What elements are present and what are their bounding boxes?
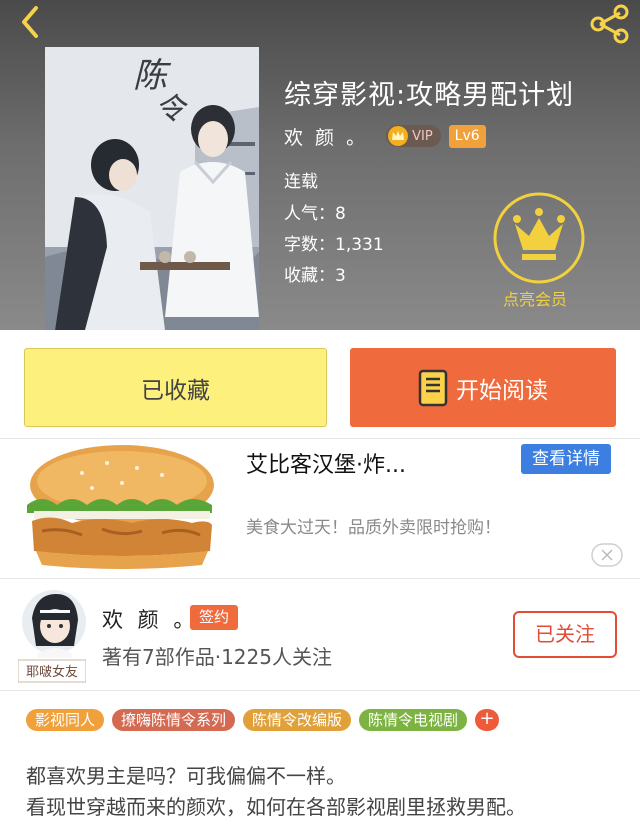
divider bbox=[0, 438, 640, 439]
author-card-name[interactable]: 欢 颜 。 bbox=[102, 604, 198, 634]
author-name[interactable]: 欢 颜 。 bbox=[284, 123, 368, 150]
vip-crown-icon bbox=[388, 126, 409, 146]
ad-description: 美食大过天！品质外卖限时抢购！ bbox=[246, 518, 501, 538]
divider bbox=[0, 578, 640, 579]
book-cover[interactable]: 陈 令 bbox=[45, 47, 259, 330]
author-stats: 著有7部作品·1225人关注 bbox=[102, 645, 332, 669]
collect-label: 已收藏 bbox=[141, 377, 210, 404]
intro-line-1: 都喜欢男主是吗？可我偏偏不一样。 bbox=[26, 764, 346, 788]
svg-text:陈: 陈 bbox=[133, 56, 172, 96]
ad-burger-image[interactable] bbox=[12, 443, 230, 573]
share-icon[interactable] bbox=[586, 4, 632, 44]
book-icon bbox=[418, 369, 448, 406]
collect-button[interactable]: 已收藏 bbox=[24, 348, 327, 427]
book-favorites: 收藏：3 bbox=[284, 266, 346, 286]
author-row: 欢 颜 。 VIP Lv6 bbox=[284, 122, 486, 150]
book-word-count: 字数：1,331 bbox=[284, 235, 384, 255]
follow-button[interactable]: 已关注 bbox=[513, 611, 617, 658]
avatar-badge: 耶啵女友 bbox=[26, 664, 78, 680]
vip-label: VIP bbox=[412, 128, 433, 144]
signed-badge: 签约 bbox=[190, 605, 238, 630]
tag-1[interactable]: 撩嗨陈情令系列 bbox=[112, 709, 236, 731]
avatar[interactable]: 耶啵女友 bbox=[17, 588, 87, 684]
close-icon[interactable] bbox=[591, 543, 623, 567]
tag-0[interactable]: 影视同人 bbox=[26, 709, 105, 731]
crown-icon[interactable] bbox=[491, 190, 587, 286]
tag-list: 影视同人 撩嗨陈情令系列 陈情令改编版 陈情令电视剧 + bbox=[26, 709, 500, 731]
member-label[interactable]: 点亮会员 bbox=[503, 286, 567, 310]
view-details-button[interactable]: 查看详情 bbox=[521, 444, 611, 474]
level-badge: Lv6 bbox=[448, 124, 486, 148]
book-header: 陈 令 综穿影视:攻略男配计划 欢 颜 。 VIP Lv6 连载 人气：8 字数… bbox=[0, 0, 640, 330]
more-tags-button[interactable]: + bbox=[475, 709, 500, 731]
divider bbox=[0, 690, 640, 691]
ad-title[interactable]: 艾比客汉堡·炸... bbox=[246, 447, 406, 479]
svg-text:令: 令 bbox=[155, 92, 188, 127]
start-reading-label: 开始阅读 bbox=[456, 377, 548, 404]
vip-badge: VIP bbox=[386, 125, 441, 147]
book-status: 连载 bbox=[284, 172, 318, 192]
book-popularity: 人气：8 bbox=[284, 204, 346, 224]
tag-3[interactable]: 陈情令电视剧 bbox=[359, 709, 468, 731]
back-arrow-icon[interactable] bbox=[14, 4, 50, 40]
tag-2[interactable]: 陈情令改编版 bbox=[243, 709, 352, 731]
intro-line-2: 看现世穿越而来的颜欢，如何在各部影视剧里拯救男配。 bbox=[26, 795, 526, 819]
book-title: 综穿影视:攻略男配计划 bbox=[284, 80, 575, 111]
start-reading-button[interactable]: 开始阅读 bbox=[350, 348, 616, 427]
